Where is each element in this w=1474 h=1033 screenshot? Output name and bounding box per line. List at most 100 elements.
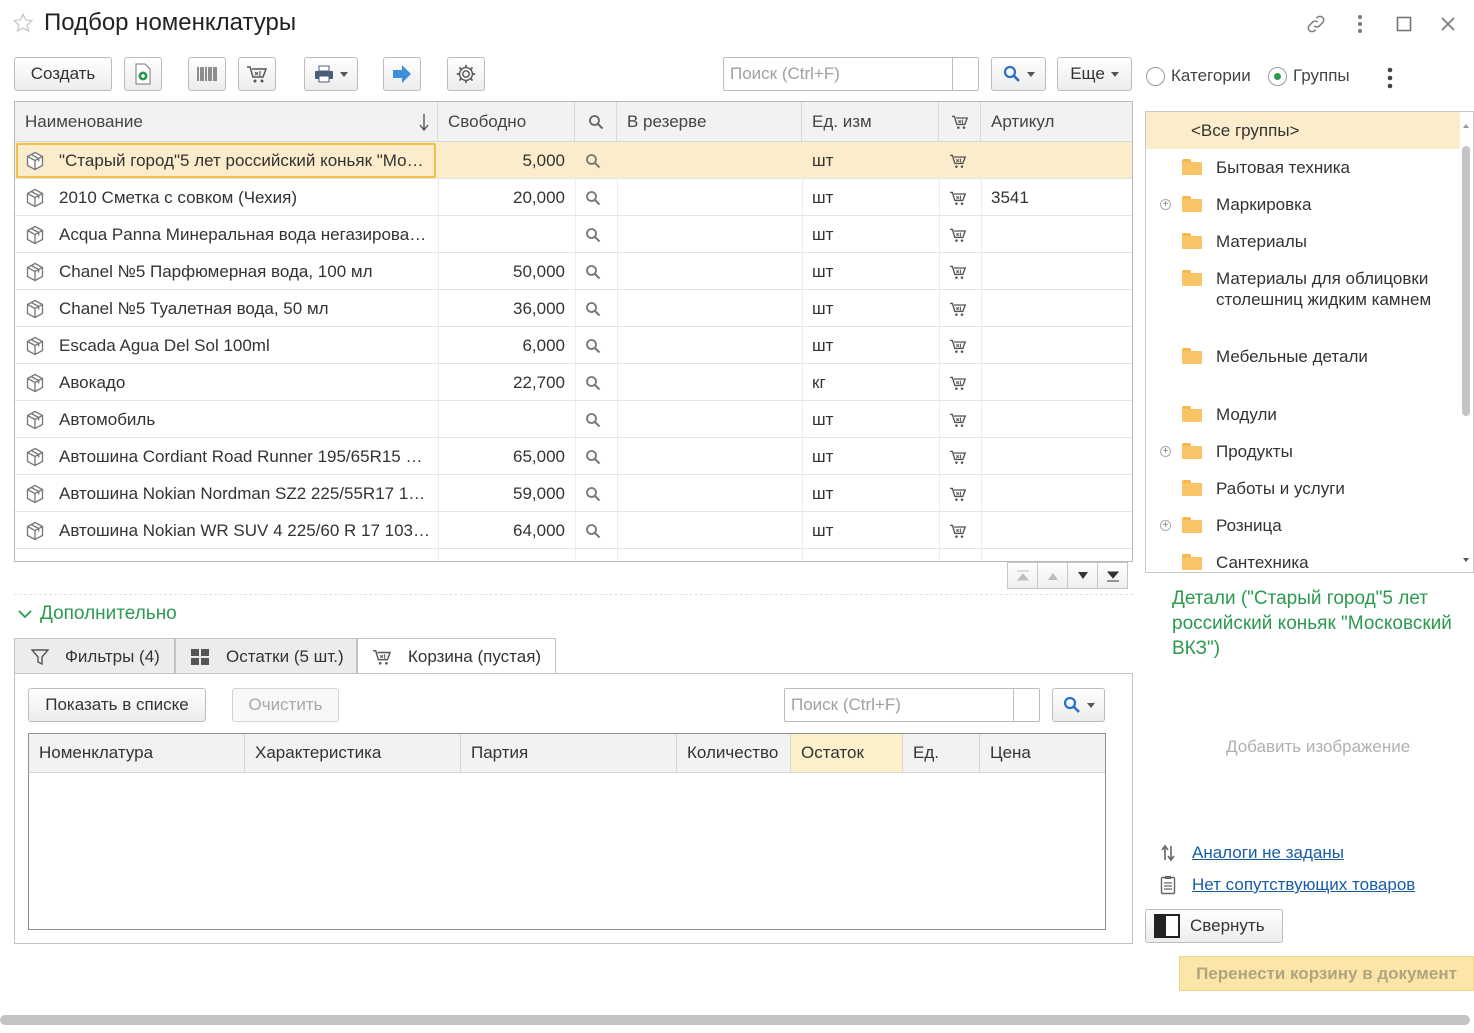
table-row[interactable]: Acqua Panna Минеральная вода негазирова…… [15,216,1132,253]
add-to-cart-icon[interactable] [949,290,971,327]
table-row[interactable]: Автошина Nokian Nordman SZ2 225/55R17 1…… [15,475,1132,512]
settings-button[interactable] [447,57,485,91]
tree-item[interactable]: + Продукты [1146,441,1456,462]
magnifier-icon[interactable] [585,401,607,438]
radio-categories[interactable]: Категории [1146,66,1251,86]
tree-item[interactable]: Мебельные детали [1146,346,1456,367]
cart-column-remainder[interactable]: Остаток [791,734,903,773]
magnifier-icon[interactable] [585,216,607,253]
cell-name[interactable]: Автошина Nokian WR SUV 4 225/60 R 17 103… [59,512,434,549]
cell-reserve[interactable] [627,179,797,216]
cell-reserve[interactable] [627,142,797,179]
cell-article[interactable] [991,142,1131,179]
cell-article[interactable] [991,253,1131,290]
cell-article[interactable]: 3541 [991,179,1131,216]
tree-item[interactable]: <Все группы> [1146,112,1460,149]
magnifier-icon[interactable] [585,142,607,179]
column-header-cart[interactable] [939,102,981,142]
cell-reserve[interactable] [627,253,797,290]
scroll-to-top-button[interactable] [1007,562,1038,589]
cell-unit[interactable]: шт [812,179,932,216]
cart-column-characteristic[interactable]: Характеристика [245,734,461,773]
tab-cart[interactable]: Корзина (пустая) [357,638,556,675]
cell-free[interactable]: 36,000 [438,290,575,327]
tab-stock[interactable]: Остатки (5 шт.) [175,638,357,674]
add-to-cart-icon[interactable] [949,512,971,549]
more-vertical-icon[interactable] [1386,67,1394,89]
cell-name[interactable]: Chanel №5 Туалетная вода, 50 мл [59,290,434,327]
add-to-cart-icon[interactable] [949,179,971,216]
cell-reserve[interactable] [627,401,797,438]
cell-unit[interactable]: шт [812,142,932,179]
cell-free[interactable]: 64,000 [438,512,575,549]
table-row[interactable]: 2010 Сметка с совком (Чехия) 20,000 шт 3541 [15,179,1132,216]
magnifier-icon[interactable] [585,290,607,327]
column-header-name[interactable]: Наименование [15,102,438,142]
analogs-link[interactable]: Аналоги не заданы [1192,843,1344,863]
cell-name[interactable]: Chanel №5 Парфюмерная вода, 100 мл [59,253,434,290]
search-input[interactable]: Поиск (Ctrl+F) [723,57,979,91]
cell-unit[interactable]: шт [812,512,932,549]
cell-article[interactable] [991,327,1131,364]
cell-article[interactable] [991,216,1131,253]
add-to-cart-icon[interactable] [949,364,971,401]
link-icon[interactable] [1304,12,1328,36]
print-button[interactable] [304,57,358,91]
page-down-button[interactable] [1067,562,1098,589]
cell-reserve[interactable] [627,475,797,512]
cell-unit[interactable]: шт [812,401,932,438]
cell-unit[interactable]: шт [812,327,932,364]
cell-article[interactable] [991,401,1131,438]
add-to-cart-icon[interactable] [949,401,971,438]
cell-free[interactable]: 59,000 [438,475,575,512]
cell-free[interactable] [438,401,575,438]
cart-search-input[interactable]: Поиск (Ctrl+F) [784,688,1040,722]
table-row[interactable]: Автошина Nokian WR SUV 4 225/60 R 17 103… [15,512,1132,549]
collapse-button[interactable]: Свернуть [1145,909,1283,943]
cell-free[interactable]: 22,700 [438,364,575,401]
cell-name[interactable]: Автошина Nokian Nordman SZ2 225/55R17 1… [59,475,434,512]
cell-unit[interactable]: шт [812,475,932,512]
maximize-icon[interactable] [1392,12,1416,36]
more-vertical-icon[interactable] [1348,12,1372,36]
tree-item[interactable]: Сантехника [1146,552,1456,572]
cell-article[interactable] [991,290,1131,327]
expand-plus-icon[interactable]: + [1160,446,1171,457]
table-row[interactable]: Escada Agua Del Sol 100ml 6,000 шт [15,327,1132,364]
add-to-cart-icon[interactable] [949,438,971,475]
page-up-button[interactable] [1037,562,1068,589]
cell-unit[interactable]: шт [812,438,932,475]
add-to-cart-icon[interactable] [949,216,971,253]
close-icon[interactable] [1436,12,1460,36]
cell-free[interactable] [438,216,575,253]
copy-document-button[interactable] [124,57,162,91]
magnifier-icon[interactable] [585,438,607,475]
show-in-list-button[interactable]: Показать в списке [28,688,206,722]
cell-article[interactable] [991,364,1131,401]
more-button[interactable]: Еще [1057,57,1132,91]
magnifier-icon[interactable] [585,364,607,401]
add-to-cart-icon[interactable] [949,142,971,179]
cell-article[interactable] [991,475,1131,512]
column-header-free[interactable]: Свободно [438,102,575,142]
column-header-reserve[interactable]: В резерве [617,102,802,142]
cart-column-batch[interactable]: Партия [461,734,677,773]
add-to-cart-icon[interactable] [949,475,971,512]
horizontal-scrollbar[interactable] [0,1015,1470,1025]
cell-reserve[interactable] [627,327,797,364]
cell-unit[interactable]: кг [812,364,932,401]
search-button[interactable] [991,57,1046,91]
cell-reserve[interactable] [627,512,797,549]
expand-plus-icon[interactable]: + [1160,199,1171,210]
cell-name[interactable]: Автошина Cordiant Road Runner 195/65R15 … [59,438,434,475]
cell-free[interactable]: 20,000 [438,179,575,216]
tree-item[interactable]: Материалы для облицовки столешниц жидким… [1146,268,1456,310]
cart-column-nomenclature[interactable]: Номенклатура [29,734,245,773]
table-row[interactable]: "Старый город"5 лет российский коньяк "М… [15,142,1132,179]
magnifier-icon[interactable] [585,253,607,290]
transfer-arrow-button[interactable] [383,57,421,91]
cell-name[interactable]: Escada Agua Del Sol 100ml [59,327,434,364]
tree-item[interactable]: Материалы [1146,231,1456,252]
cell-article[interactable] [991,438,1131,475]
cart-search-button[interactable] [1052,688,1105,722]
